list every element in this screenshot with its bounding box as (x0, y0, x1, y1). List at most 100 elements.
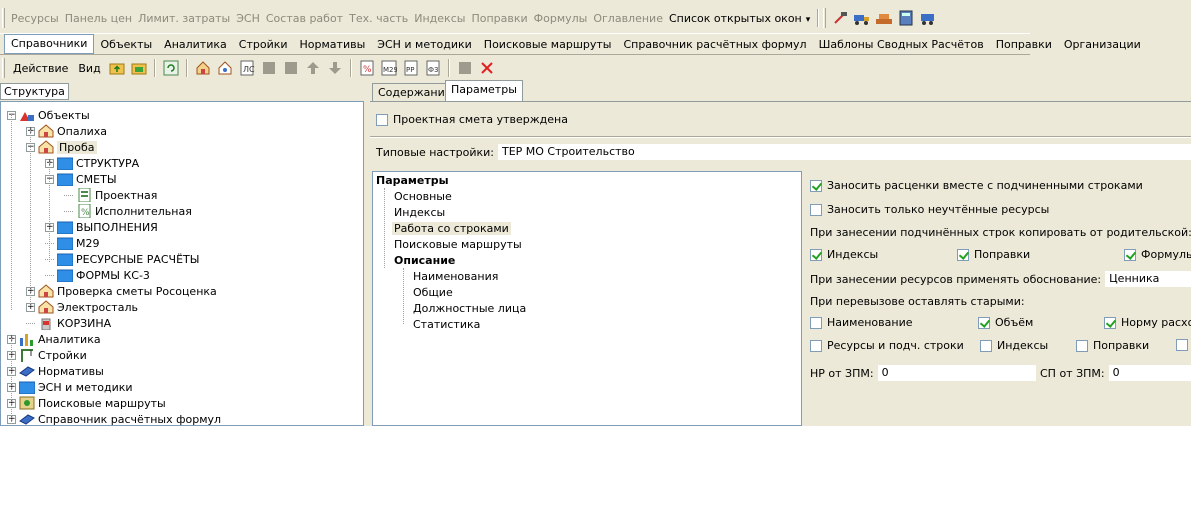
ptree-names[interactable]: Наименования (413, 270, 498, 283)
tree-node[interactable]: + Аналитика (7, 331, 101, 347)
tree-node[interactable]: − Проба (26, 139, 97, 155)
hammer-icon[interactable] (830, 8, 850, 28)
tree-node[interactable]: КОРЗИНА (26, 315, 111, 331)
toolbar-grip[interactable] (2, 58, 5, 78)
tree-node[interactable]: % Исполнительная (64, 203, 192, 219)
toolbar-contents[interactable]: Оглавление (590, 12, 666, 25)
keep-name-row[interactable]: Наименование (810, 316, 912, 329)
c2-row[interactable]: Заносить только неучтённые ресурсы (810, 203, 1049, 216)
only-unaccounted-checkbox[interactable] (810, 203, 822, 216)
toolbar-esn[interactable]: ЭСН (233, 12, 263, 25)
refresh-icon[interactable] (161, 58, 181, 78)
ptree-description[interactable]: Описание (394, 254, 455, 267)
toolbar-tech-part[interactable]: Тех. часть (346, 12, 411, 25)
ptree-row-work[interactable]: Работа со строками (392, 222, 511, 235)
ptree-general[interactable]: Общие (413, 286, 453, 299)
include-subrows-checkbox[interactable] (810, 179, 822, 192)
keep-indexes-checkbox[interactable] (980, 339, 992, 352)
ptree-search-routes[interactable]: Поисковые маршруты (394, 238, 522, 251)
keep-norm-checkbox[interactable] (1104, 316, 1116, 329)
arrow-up-icon[interactable] (303, 58, 323, 78)
menu-esn-methods[interactable]: ЭСН и методики (371, 38, 478, 51)
ptree-indexes[interactable]: Индексы (394, 206, 445, 219)
disabled-icon[interactable] (259, 58, 279, 78)
typical-settings-field[interactable]: ТЕР МО Строительство (497, 144, 1191, 160)
toolbar-resources[interactable]: Ресурсы (8, 12, 62, 25)
tree-node[interactable]: + Поисковые маршруты (7, 395, 166, 411)
menu-organizations[interactable]: Организации (1058, 38, 1147, 51)
tree-node[interactable]: + Электросталь (26, 299, 138, 315)
machine-icon[interactable] (918, 8, 938, 28)
delete-icon[interactable] (477, 58, 497, 78)
menu-normatives[interactable]: Нормативы (294, 38, 372, 51)
arrow-down-icon[interactable] (325, 58, 345, 78)
menu-formula-directory[interactable]: Справочник расчётных формул (617, 38, 812, 51)
sp-field[interactable]: 0 (1108, 365, 1191, 381)
tree-node[interactable]: + СТРУКТУРА (45, 155, 139, 171)
folder-open-icon[interactable] (129, 58, 149, 78)
folder-up-icon[interactable] (107, 58, 127, 78)
menu-corrections[interactable]: Поправки (990, 38, 1058, 51)
percent-doc-icon[interactable]: % (357, 58, 377, 78)
keep-resources-checkbox[interactable] (810, 339, 822, 352)
tree-node[interactable]: + Нормативы (7, 363, 104, 379)
c1-row[interactable]: Заносить расценки вместе с подчиненными … (810, 179, 1143, 192)
hp-field[interactable]: 0 (877, 365, 1036, 381)
menu-analytics[interactable]: Аналитика (158, 38, 233, 51)
toolbar-limit-costs[interactable]: Лимит. затраты (135, 12, 233, 25)
menu-constructions[interactable]: Стройки (233, 38, 294, 51)
view-menu[interactable]: Вид (73, 62, 105, 75)
calculator-icon[interactable] (896, 8, 916, 28)
copy-corrections-checkbox[interactable] (957, 248, 969, 261)
tree-node[interactable]: − СМЕТЫ (45, 171, 117, 187)
ptree-officials[interactable]: Должностные лица (413, 302, 526, 315)
tree-node[interactable]: − Объекты (7, 107, 90, 123)
open-windows-dropdown[interactable]: Список открытых окон (666, 12, 813, 25)
copy-corrections-row[interactable]: Поправки (957, 248, 1030, 261)
ptree-statistics[interactable]: Статистика (413, 318, 480, 331)
toolbar-formulas[interactable]: Формулы (531, 12, 591, 25)
toolbar-indexes[interactable]: Индексы (411, 12, 468, 25)
basis-field[interactable]: Ценника (1105, 271, 1191, 287)
tree-node[interactable]: + Справочник расчётных формул (7, 411, 221, 425)
tree-node[interactable]: М29 (45, 235, 100, 251)
tree-node[interactable]: + ЭСН и методики (7, 379, 133, 395)
tree-node[interactable]: ФОРМЫ КС-3 (45, 267, 150, 283)
new-group-icon[interactable] (215, 58, 235, 78)
menu-directories[interactable]: Справочники (4, 34, 95, 54)
tree-node[interactable]: + Стройки (7, 347, 87, 363)
keep-resources-row[interactable]: Ресурсы и подч. строки (810, 339, 964, 352)
tree-node[interactable]: Проектная (64, 187, 157, 203)
resource-doc-icon[interactable]: PP (401, 58, 421, 78)
keep-name-checkbox[interactable] (810, 316, 822, 329)
toolbar-work-composition[interactable]: Состав работ (263, 12, 346, 25)
ks3-doc-icon[interactable]: Ф3 (423, 58, 443, 78)
copy-indexes-row[interactable]: Индексы (810, 248, 878, 261)
keep-volume-checkbox[interactable] (978, 316, 990, 329)
tree-node[interactable]: + Опалиха (26, 123, 107, 139)
copy-indexes-checkbox[interactable] (810, 248, 822, 261)
toolbar-corrections[interactable]: Поправки (468, 12, 530, 25)
keep-extra-row[interactable] (1176, 339, 1191, 351)
copy-formulas-row[interactable]: Формулы (1124, 248, 1191, 261)
toolbar-grip[interactable] (823, 8, 827, 28)
menu-search-routes[interactable]: Поисковые маршруты (478, 38, 618, 51)
tree-node[interactable]: РЕСУРСНЫЕ РАСЧЁТЫ (45, 251, 199, 267)
menu-summary-templates[interactable]: Шаблоны Сводных Расчётов (813, 38, 990, 51)
new-estimate-icon[interactable]: ЛС (237, 58, 257, 78)
approved-checkbox-row[interactable]: Проектная смета утверждена (376, 113, 568, 126)
approved-checkbox[interactable] (376, 113, 388, 126)
truck-icon[interactable] (852, 8, 872, 28)
m29-doc-icon[interactable]: M29 (379, 58, 399, 78)
copy-formulas-checkbox[interactable] (1124, 248, 1136, 261)
keep-extra-checkbox[interactable] (1176, 339, 1188, 351)
structure-tab[interactable]: Структура (0, 83, 69, 100)
tree-node[interactable]: + Проверка сметы Росоценка (26, 283, 217, 299)
menu-objects[interactable]: Объекты (94, 38, 158, 51)
bricks-icon[interactable] (874, 8, 894, 28)
keep-norm-row[interactable]: Норму расхода (1104, 316, 1191, 329)
disabled-icon[interactable] (455, 58, 475, 78)
keep-indexes-row[interactable]: Индексы (980, 339, 1048, 352)
keep-corrections-row[interactable]: Поправки (1076, 339, 1149, 352)
ptree-basic[interactable]: Основные (394, 190, 452, 203)
